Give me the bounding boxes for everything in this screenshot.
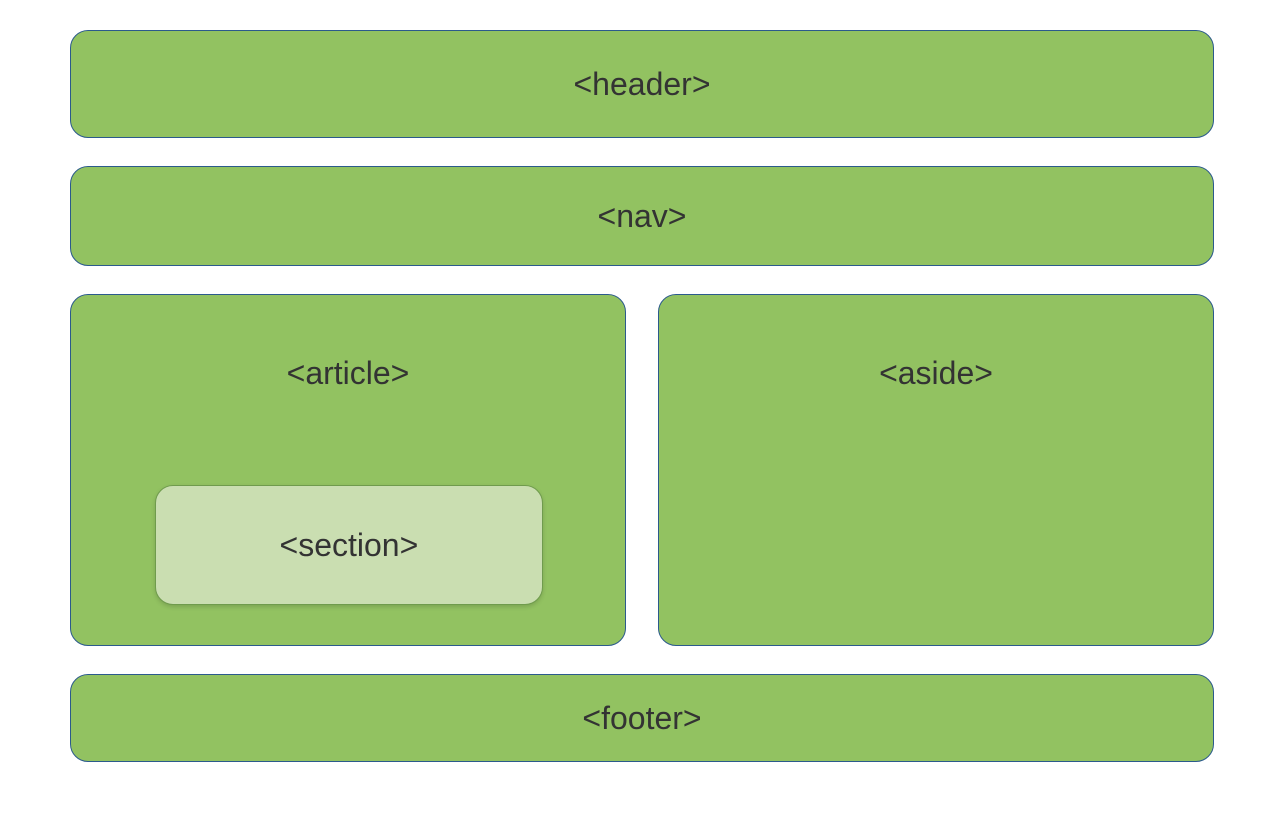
- header-box: <header>: [70, 30, 1214, 138]
- article-label: <article>: [287, 355, 410, 392]
- section-box: <section>: [155, 485, 543, 605]
- nav-label: <nav>: [598, 198, 687, 235]
- aside-box: <aside>: [658, 294, 1214, 646]
- aside-label: <aside>: [879, 355, 993, 392]
- header-label: <header>: [573, 66, 710, 103]
- nav-box: <nav>: [70, 166, 1214, 266]
- middle-row: <article> <section> <aside>: [70, 294, 1214, 646]
- footer-label: <footer>: [582, 700, 701, 737]
- section-label: <section>: [280, 527, 419, 564]
- footer-box: <footer>: [70, 674, 1214, 762]
- article-box: <article> <section>: [70, 294, 626, 646]
- layout-diagram: <header> <nav> <article> <section> <asid…: [70, 30, 1214, 762]
